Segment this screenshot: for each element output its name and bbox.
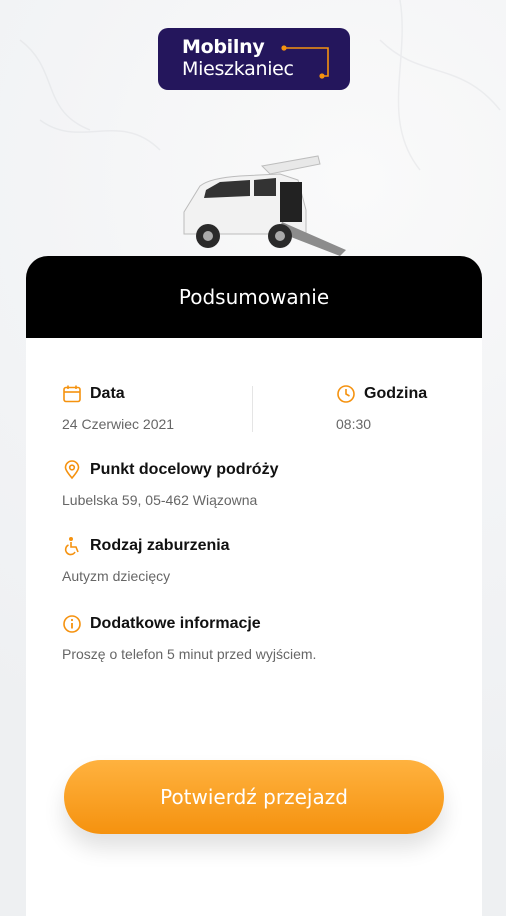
logo-connector-icon — [281, 45, 329, 79]
info-icon — [63, 615, 81, 633]
date-value: 24 Czerwiec 2021 — [62, 416, 175, 432]
page-title: Podsumowanie — [178, 285, 330, 309]
accessibility-icon — [64, 537, 79, 556]
time-section: Godzina 08:30 — [336, 384, 427, 432]
confirm-button-wrapper: Potwierdź przejazd — [64, 760, 444, 834]
destination-section: Punkt docelowy podróży Lubelska 59, 05-4… — [62, 460, 278, 508]
info-value: Proszę o telefon 5 minut przed wyjściem. — [62, 646, 317, 662]
app-logo: Mobilny Mieszkaniec — [158, 28, 350, 90]
info-label: Dodatkowe informacje — [90, 615, 261, 632]
time-value: 08:30 — [336, 416, 372, 432]
summary-card: Podsumowanie Data 24 Czerwiec 2021 Godzi… — [26, 256, 482, 916]
info-section: Dodatkowe informacje Proszę o telefon 5 … — [62, 614, 316, 662]
time-label: Godzina — [364, 385, 428, 402]
summary-header: Podsumowanie — [26, 256, 482, 338]
calendar-icon — [63, 385, 81, 403]
disorder-value: Autyzm dziecięcy — [62, 568, 171, 584]
location-pin-icon — [64, 460, 80, 480]
date-section: Data 24 Czerwiec 2021 — [62, 384, 174, 432]
wheelchair-van-icon — [183, 155, 346, 256]
clock-icon — [337, 385, 355, 403]
date-label: Data — [90, 385, 125, 402]
destination-value: Lubelska 59, 05-462 Wiązowna — [62, 492, 258, 508]
destination-label: Punkt docelowy podróży — [90, 461, 279, 478]
confirm-ride-button[interactable]: Potwierdź przejazd — [64, 760, 444, 834]
disorder-section: Rodzaj zaburzenia Autyzm dziecięcy — [62, 536, 230, 584]
divider — [252, 386, 253, 432]
disorder-label: Rodzaj zaburzenia — [90, 537, 230, 554]
